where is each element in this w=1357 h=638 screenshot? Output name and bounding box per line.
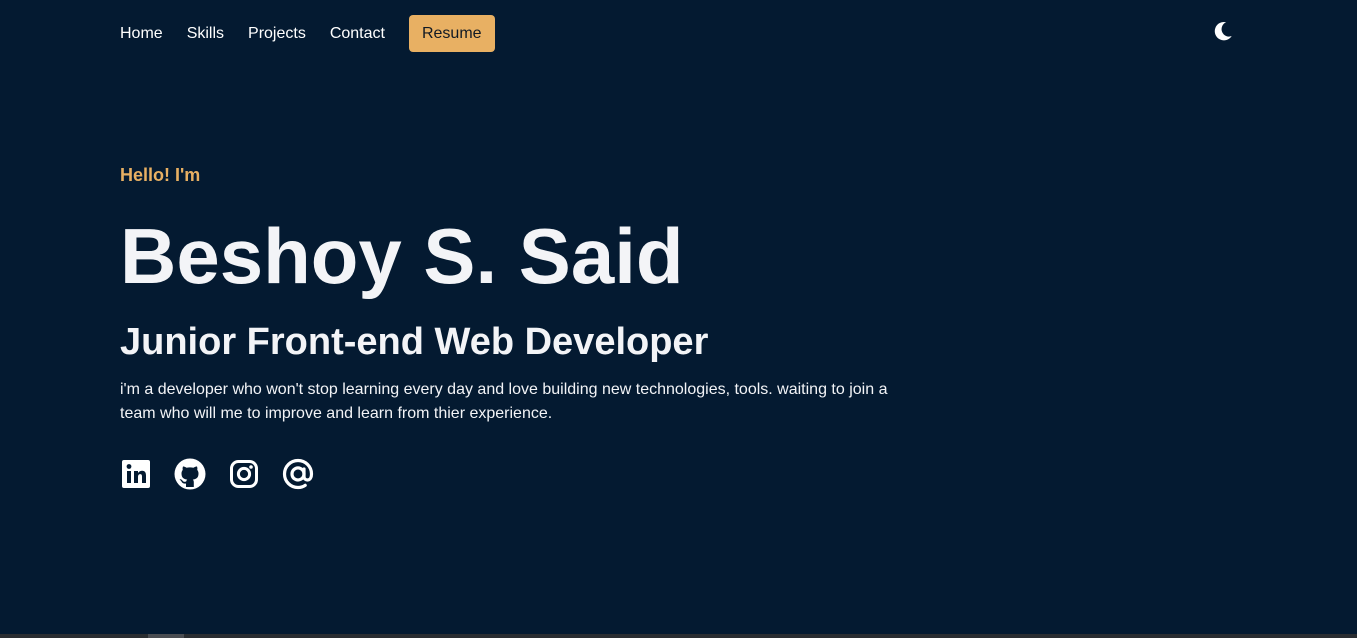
horizontal-scrollbar[interactable] xyxy=(0,634,1357,638)
hero-bio: i'm a developer who won't stop learning … xyxy=(120,381,888,422)
navbar: Home Skills Projects Contact Resume xyxy=(0,0,1357,66)
linkedin-icon xyxy=(121,459,151,494)
hero-section: Hello! I'm Beshoy S. Said Junior Front-e… xyxy=(120,160,920,492)
nav-links: Home Skills Projects Contact Resume xyxy=(120,15,495,52)
instagram-icon xyxy=(229,459,259,494)
hero-role: Junior Front-end Web Developer xyxy=(120,321,709,363)
nav-link-home[interactable]: Home xyxy=(120,15,163,52)
github-link[interactable] xyxy=(174,458,206,495)
email-link[interactable] xyxy=(282,458,314,495)
instagram-link[interactable] xyxy=(228,459,260,494)
hero-greeting: Hello! I'm xyxy=(120,165,201,185)
github-icon xyxy=(174,458,206,495)
hero-name: Beshoy S. Said xyxy=(120,212,684,300)
email-at-icon xyxy=(282,458,314,495)
social-links xyxy=(120,458,920,495)
scrollbar-thumb[interactable] xyxy=(148,634,184,638)
theme-toggle-button[interactable] xyxy=(1210,20,1236,46)
resume-button[interactable]: Resume xyxy=(408,15,495,52)
moon-icon xyxy=(1212,20,1234,47)
nav-link-projects[interactable]: Projects xyxy=(248,15,306,52)
linkedin-link[interactable] xyxy=(120,459,152,494)
nav-link-contact[interactable]: Contact xyxy=(330,15,385,52)
page: Home Skills Projects Contact Resume Hell… xyxy=(0,0,1357,638)
nav-link-skills[interactable]: Skills xyxy=(187,15,224,52)
